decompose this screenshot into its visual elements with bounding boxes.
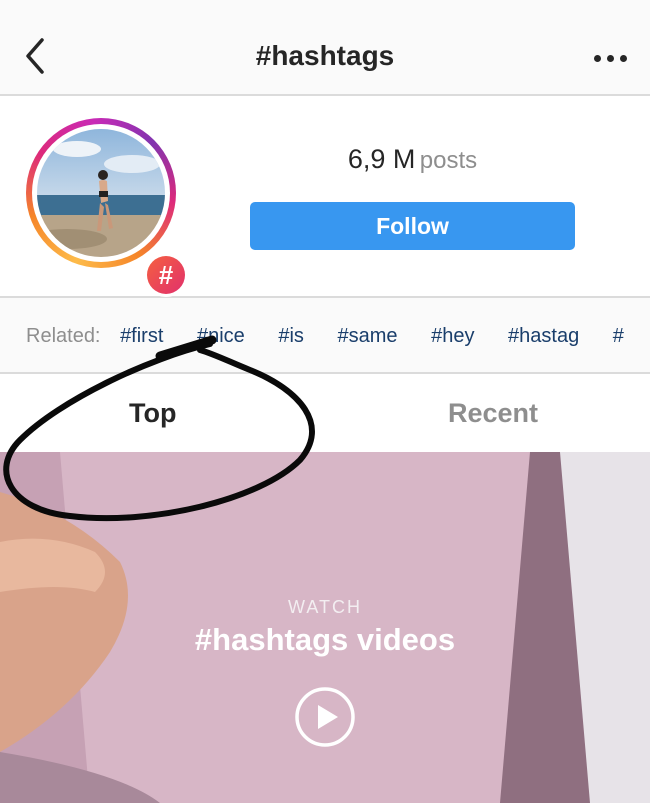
more-horizontal-icon <box>593 54 601 62</box>
related-tag[interactable]: #hey <box>431 325 474 347</box>
tab-top[interactable]: Top <box>129 398 176 429</box>
hashtag-avatar: # <box>26 118 188 297</box>
page-title: #hashtags <box>255 40 395 71</box>
follow-button[interactable]: Follow <box>250 202 575 250</box>
related-tag[interactable]: #same <box>337 325 397 347</box>
more-options-button[interactable] <box>590 48 630 68</box>
related-label: Related: <box>26 325 101 347</box>
hashtag-badge: # <box>144 253 188 297</box>
tab-recent[interactable]: Recent <box>448 398 538 429</box>
video-title: #hashtags videos <box>194 622 456 657</box>
hashtag-header: # 6,9 M posts Follow <box>0 96 650 298</box>
post-unit: posts <box>419 147 478 174</box>
related-tag[interactable]: #nice <box>197 325 245 347</box>
post-stats: 6,9 M posts <box>250 144 575 175</box>
related-tag[interactable]: #first <box>120 325 163 347</box>
play-button[interactable] <box>294 686 356 748</box>
avatar-photo <box>37 129 165 257</box>
related-tag[interactable]: # <box>613 325 624 347</box>
play-circle-icon <box>295 687 355 747</box>
video-preview[interactable]: WATCH #hashtags videos <box>0 452 650 803</box>
hashtag-icon: # <box>147 256 185 294</box>
related-tag[interactable]: #is <box>278 325 304 347</box>
post-count: 6,9 M <box>347 144 416 174</box>
feed-tabs: Top Recent <box>0 376 650 452</box>
related-hashtags: Related: #first #nice #is #same #hey #ha… <box>0 298 650 374</box>
top-bar: #hashtags <box>0 0 650 96</box>
watch-label: WATCH <box>288 597 362 617</box>
related-tag[interactable]: #hastag <box>508 325 579 347</box>
